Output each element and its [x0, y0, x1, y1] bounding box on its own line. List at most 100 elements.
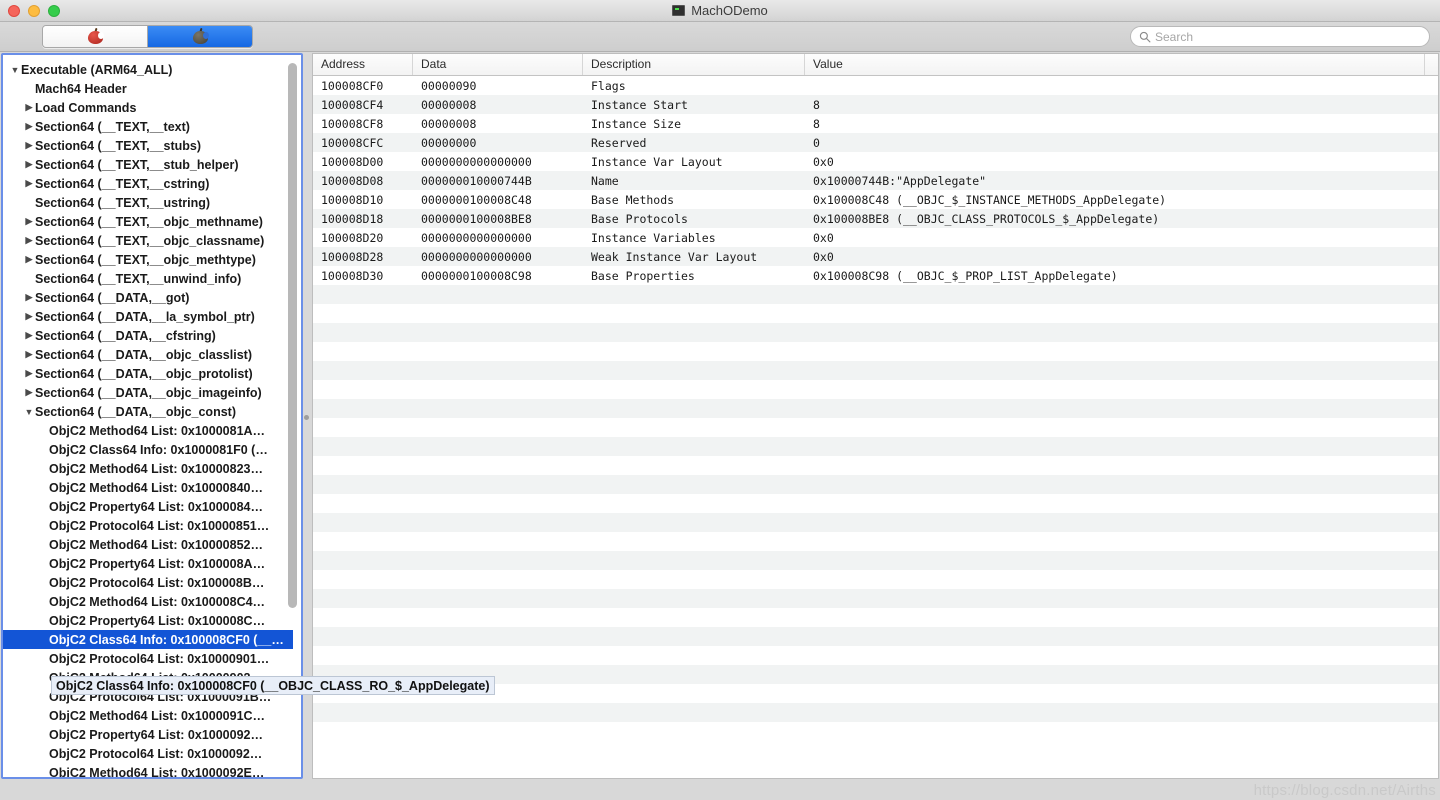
- chevron-right-icon[interactable]: ▶: [23, 254, 35, 265]
- tree-item[interactable]: ▶ Section64 (__DATA,__objc_protolist): [3, 364, 293, 383]
- close-button[interactable]: [8, 4, 20, 17]
- tree-item[interactable]: ▶ Section64 (__DATA,__objc_classlist): [3, 345, 293, 364]
- column-header-description[interactable]: Description: [583, 54, 805, 75]
- tree-item[interactable]: ▶ Section64 (__TEXT,__objc_methtype): [3, 250, 293, 269]
- table-row-empty[interactable]: [313, 551, 1438, 570]
- table-row-empty[interactable]: [313, 589, 1438, 608]
- tree-item[interactable]: Section64 (__TEXT,__unwind_info): [3, 269, 293, 288]
- tree-item[interactable]: ▼ Executable (ARM64_ALL): [3, 60, 293, 79]
- tree-item[interactable]: ObjC2 Protocol64 List: 0x10000901…: [3, 649, 293, 668]
- chevron-right-icon[interactable]: ▶: [23, 140, 35, 151]
- tree-item[interactable]: ObjC2 Protocol64 List: 0x10000851…: [3, 516, 293, 535]
- tree-item[interactable]: ObjC2 Method64 List: 0x10000840…: [3, 478, 293, 497]
- chevron-right-icon[interactable]: ▶: [23, 121, 35, 132]
- tree-item[interactable]: ObjC2 Property64 List: 0x1000092…: [3, 725, 293, 744]
- tree-item[interactable]: ▶ Section64 (__TEXT,__objc_methname): [3, 212, 293, 231]
- chevron-right-icon[interactable]: ▶: [23, 387, 35, 398]
- table-row-empty[interactable]: [313, 627, 1438, 646]
- table-row[interactable]: 100008D18 0000000100008BE8 Base Protocols 0…: [313, 209, 1438, 228]
- table-row[interactable]: 100008D20 0000000000000000 Instance Variab…: [313, 228, 1438, 247]
- chevron-right-icon[interactable]: ▶: [23, 368, 35, 379]
- chevron-right-icon[interactable]: ▶: [23, 311, 35, 322]
- chevron-down-icon[interactable]: ▼: [23, 407, 35, 417]
- tree-item[interactable]: ObjC2 Method64 List: 0x1000091C…: [3, 706, 293, 725]
- tree-item[interactable]: ObjC2 Method64 List: 0x10000852…: [3, 535, 293, 554]
- chevron-right-icon[interactable]: ▶: [23, 178, 35, 189]
- tree-item[interactable]: Mach64 Header: [3, 79, 293, 98]
- tree-item[interactable]: ObjC2 Class64 Info: 0x100008CF0 (__OBJC_…: [3, 630, 293, 649]
- splitter-handle[interactable]: [304, 415, 309, 420]
- table-row[interactable]: 100008CF8 00000008 Instance Size 8: [313, 114, 1438, 133]
- tree-item[interactable]: ObjC2 Protocol64 List: 0x100008B…: [3, 573, 293, 592]
- tree-item[interactable]: ▼ Section64 (__DATA,__objc_const): [3, 402, 293, 421]
- segment-red-apple[interactable]: [43, 26, 147, 47]
- table-row-empty[interactable]: [313, 475, 1438, 494]
- structure-outline-sidebar[interactable]: ▼ Executable (ARM64_ALL) Mach64 Header ▶ Loa…: [1, 53, 303, 779]
- tree-item[interactable]: ▶ Section64 (__TEXT,__text): [3, 117, 293, 136]
- search-field[interactable]: [1130, 26, 1430, 47]
- tree-item[interactable]: ▶ Section64 (__TEXT,__stub_helper): [3, 155, 293, 174]
- table-row-empty[interactable]: [313, 532, 1438, 551]
- chevron-down-icon[interactable]: ▼: [9, 65, 21, 75]
- detail-table[interactable]: Address Data Description Value 100008CF0…: [312, 53, 1439, 779]
- minimize-button[interactable]: [28, 4, 40, 17]
- tree-list[interactable]: ▼ Executable (ARM64_ALL) Mach64 Header ▶ Loa…: [3, 55, 293, 777]
- tree-item[interactable]: ▶ Section64 (__DATA,__la_symbol_ptr): [3, 307, 293, 326]
- column-header-value[interactable]: Value: [805, 54, 1425, 75]
- tree-item[interactable]: Section64 (__TEXT,__ustring): [3, 193, 293, 212]
- chevron-right-icon[interactable]: ▶: [23, 330, 35, 341]
- table-row-empty[interactable]: [313, 418, 1438, 437]
- table-row-empty[interactable]: [313, 570, 1438, 589]
- chevron-right-icon[interactable]: ▶: [23, 349, 35, 360]
- table-row[interactable]: 100008CF0 00000090 Flags: [313, 76, 1438, 95]
- column-header-address[interactable]: Address: [313, 54, 413, 75]
- segment-dark-apple[interactable]: [147, 26, 252, 47]
- table-row-empty[interactable]: [313, 646, 1438, 665]
- tree-item[interactable]: ObjC2 Protocol64 List: 0x1000092…: [3, 744, 293, 763]
- table-row-empty[interactable]: [313, 285, 1438, 304]
- tree-item[interactable]: ObjC2 Property64 List: 0x1000084…: [3, 497, 293, 516]
- chevron-right-icon[interactable]: ▶: [23, 216, 35, 227]
- chevron-right-icon[interactable]: ▶: [23, 159, 35, 170]
- tree-item[interactable]: ▶ Load Commands: [3, 98, 293, 117]
- tree-item[interactable]: ▶ Section64 (__TEXT,__stubs): [3, 136, 293, 155]
- tree-item[interactable]: ObjC2 Class64 Info: 0x1000081F0 (…: [3, 440, 293, 459]
- tree-item[interactable]: ObjC2 Property64 List: 0x100008C…: [3, 611, 293, 630]
- tree-item[interactable]: ObjC2 Method64 List: 0x1000081A…: [3, 421, 293, 440]
- tree-item[interactable]: ObjC2 Method64 List: 0x100008C4…: [3, 592, 293, 611]
- table-row[interactable]: 100008D30 0000000100008C98 Base Properties…: [313, 266, 1438, 285]
- sidebar-scrollbar[interactable]: [287, 59, 298, 775]
- table-row-empty[interactable]: [313, 323, 1438, 342]
- table-row-empty[interactable]: [313, 399, 1438, 418]
- tree-item[interactable]: ▶ Section64 (__DATA,__objc_imageinfo): [3, 383, 293, 402]
- tree-item[interactable]: ▶ Section64 (__DATA,__cfstring): [3, 326, 293, 345]
- chevron-right-icon[interactable]: ▶: [23, 292, 35, 303]
- view-mode-segmented-control[interactable]: [42, 25, 253, 48]
- chevron-right-icon[interactable]: ▶: [23, 235, 35, 246]
- table-row[interactable]: 100008D28 0000000000000000 Weak Instance V…: [313, 247, 1438, 266]
- table-row-empty[interactable]: [313, 608, 1438, 627]
- table-row-empty[interactable]: [313, 304, 1438, 323]
- table-row[interactable]: 100008CF4 00000008 Instance Start 8: [313, 95, 1438, 114]
- sidebar-scrollbar-thumb[interactable]: [288, 63, 297, 608]
- tree-item[interactable]: ObjC2 Method64 List: 0x1000092E…: [3, 763, 293, 778]
- zoom-button[interactable]: [48, 4, 60, 17]
- column-header-data[interactable]: Data: [413, 54, 583, 75]
- table-row-empty[interactable]: [313, 722, 1438, 741]
- chevron-right-icon[interactable]: ▶: [23, 102, 35, 113]
- table-row[interactable]: 100008D10 0000000100008C48 Base Methods 0x1…: [313, 190, 1438, 209]
- table-row-empty[interactable]: [313, 361, 1438, 380]
- tree-item[interactable]: ObjC2 Property64 List: 0x100008A…: [3, 554, 293, 573]
- table-row-empty[interactable]: [313, 703, 1438, 722]
- tree-item[interactable]: ObjC2 Method64 List: 0x10000823…: [3, 459, 293, 478]
- table-row-empty[interactable]: [313, 456, 1438, 475]
- tree-item[interactable]: ▶ Section64 (__TEXT,__objc_classname): [3, 231, 293, 250]
- search-input[interactable]: [1155, 29, 1421, 44]
- table-row-empty[interactable]: [313, 342, 1438, 361]
- table-row-empty[interactable]: [313, 437, 1438, 456]
- table-row-empty[interactable]: [313, 380, 1438, 399]
- table-row-empty[interactable]: [313, 513, 1438, 532]
- table-row[interactable]: 100008D00 0000000000000000 Instance Var La…: [313, 152, 1438, 171]
- tree-item[interactable]: ▶ Section64 (__DATA,__got): [3, 288, 293, 307]
- table-row[interactable]: 100008CFC 00000000 Reserved 0: [313, 133, 1438, 152]
